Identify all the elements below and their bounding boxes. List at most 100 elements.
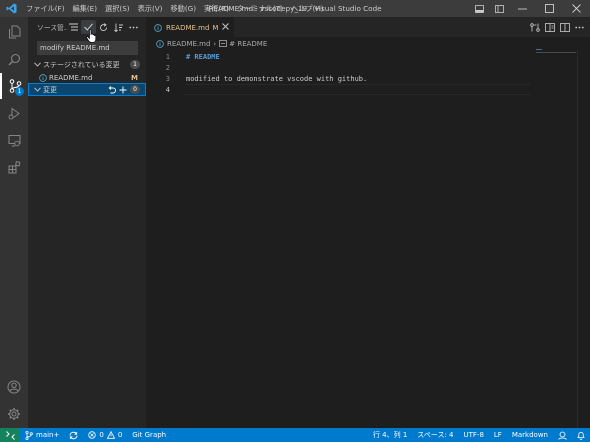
- menu-edit[interactable]: 編集(E): [69, 0, 102, 17]
- editor-tabs: README.md M: [146, 17, 590, 37]
- feedback-icon[interactable]: [553, 428, 572, 442]
- open-preview-icon[interactable]: [542, 17, 557, 37]
- menu-terminal[interactable]: ターミナル(T): [233, 0, 287, 17]
- info-file-icon: [156, 39, 164, 48]
- extensions-icon[interactable]: [0, 154, 28, 180]
- hand-pointer-cursor-icon: [86, 29, 98, 43]
- minimap-line: [536, 52, 576, 53]
- discard-all-icon[interactable]: [106, 84, 117, 95]
- changes-section[interactable]: 変更 0: [28, 83, 146, 96]
- menu-selection[interactable]: 選択(S): [101, 0, 134, 17]
- search-icon[interactable]: [0, 46, 28, 72]
- maximize-icon[interactable]: [536, 0, 563, 17]
- notifications-bell-icon[interactable]: [572, 428, 590, 442]
- tab-label: README.md: [166, 23, 210, 32]
- breadcrumb-file[interactable]: README.md: [167, 40, 210, 48]
- code-line-current: 4: [146, 84, 530, 95]
- chevron-down-icon: [31, 87, 43, 92]
- eol-status[interactable]: LF: [489, 428, 507, 442]
- line-number: 2: [165, 63, 170, 72]
- vertical-scrollbar[interactable]: [577, 50, 590, 428]
- layout-icon[interactable]: [489, 0, 509, 17]
- open-changes-icon[interactable]: [527, 17, 542, 37]
- indentation-status[interactable]: スペース: 4: [412, 428, 458, 442]
- symbol-string-icon: [219, 40, 228, 47]
- source-control-badge: 1: [15, 87, 24, 96]
- source-control-icon[interactable]: 1: [0, 73, 28, 99]
- more-actions-icon[interactable]: [126, 20, 141, 34]
- status-bar-right: 行 4、列 1 スペース: 4 UTF-8 LF Markdown: [368, 428, 590, 442]
- editor-actions: [527, 17, 587, 37]
- current-line-highlight: [185, 84, 530, 95]
- sync-status[interactable]: [64, 428, 83, 442]
- split-editor-icon[interactable]: [557, 17, 572, 37]
- cursor-position[interactable]: 行 4、列 1: [368, 428, 412, 442]
- menu-go[interactable]: 移動(G): [166, 0, 200, 17]
- account-icon[interactable]: [0, 374, 28, 400]
- more-actions-icon[interactable]: [572, 17, 587, 37]
- line-number: 4: [165, 85, 170, 94]
- breadcrumb-symbol[interactable]: # README: [229, 40, 267, 48]
- changes-label: 変更: [43, 85, 57, 94]
- info-file-icon: [39, 73, 49, 82]
- staged-count-badge: 1: [130, 60, 140, 69]
- toggle-panel-icon[interactable]: [469, 0, 489, 17]
- minimize-icon[interactable]: [509, 0, 536, 17]
- source-control-sidebar: ソース管... modify README.md ステージされている変更 1: [28, 17, 146, 428]
- code-line: 2: [146, 62, 526, 73]
- vscode-logo-icon: [0, 0, 22, 17]
- line-number: 3: [165, 74, 170, 83]
- error-icon: [88, 431, 97, 439]
- settings-gear-icon[interactable]: [0, 401, 28, 427]
- breadcrumb: README.md › # README: [146, 37, 590, 50]
- title-actions: [469, 0, 590, 17]
- sync-icon: [69, 431, 78, 439]
- menu-bar: ファイル(F) 編集(E) 選択(S) 表示(V) 移動(G) 実行(R) ター…: [22, 0, 328, 17]
- menu-file[interactable]: ファイル(F): [22, 0, 69, 17]
- git-graph-button[interactable]: Git Graph: [127, 428, 171, 442]
- commit-message-input[interactable]: modify README.md: [37, 41, 138, 55]
- close-window-icon[interactable]: [563, 0, 590, 17]
- line-number: 1: [165, 52, 170, 61]
- menu-run[interactable]: 実行(R): [200, 0, 233, 17]
- menu-help[interactable]: ヘルプ(H): [287, 0, 328, 17]
- sidebar-title: ソース管...: [37, 24, 67, 32]
- status-bar: main+ 0 0 Git Graph 行 4、列 1 スペース: 4 UTF-…: [0, 428, 590, 442]
- line-content: modified to demonstrate vscode with gith…: [186, 74, 368, 83]
- warning-count: 0: [117, 431, 123, 439]
- code-line: 1 # README: [146, 51, 526, 62]
- activity-bar: 1: [0, 17, 28, 428]
- encoding-status[interactable]: UTF-8: [459, 428, 489, 442]
- remote-indicator-icon[interactable]: [0, 428, 20, 442]
- tab-status: M: [212, 23, 219, 32]
- view-as-tree-icon[interactable]: [66, 20, 81, 34]
- title-bar: ファイル(F) 編集(E) 選択(S) 表示(V) 移動(G) 実行(R) ター…: [0, 0, 590, 17]
- problems-status[interactable]: 0 0: [83, 428, 127, 442]
- staged-changes-section[interactable]: ステージされている変更 1: [28, 58, 146, 71]
- remote-explorer-icon[interactable]: [0, 127, 28, 153]
- language-mode[interactable]: Markdown: [507, 428, 553, 442]
- warning-icon: [106, 431, 115, 439]
- stage-all-plus-icon[interactable]: [117, 84, 128, 95]
- branch-status[interactable]: main+: [20, 428, 64, 442]
- staged-changes-label: ステージされている変更: [43, 60, 120, 69]
- tab-readme[interactable]: README.md M: [146, 17, 235, 37]
- explorer-files-icon[interactable]: [0, 19, 28, 45]
- editor-area: README.md M README.md › # README 1 # REA…: [146, 17, 590, 428]
- code-editor[interactable]: 1 # README 2 3 modified to demonstrate v…: [146, 51, 530, 95]
- error-count: 0: [99, 431, 104, 439]
- staged-file-status: M: [131, 73, 138, 82]
- refresh-icon[interactable]: [96, 20, 111, 34]
- chevron-down-icon: [31, 62, 43, 67]
- sidebar-actions: [66, 17, 141, 37]
- line-content: # README: [186, 52, 220, 61]
- info-file-icon: [154, 23, 162, 32]
- run-debug-icon[interactable]: [0, 100, 28, 126]
- code-line: 3 modified to demonstrate vscode with gi…: [146, 73, 526, 84]
- minimap[interactable]: [536, 49, 576, 63]
- minimap-line: [536, 49, 542, 50]
- close-tab-icon[interactable]: [222, 23, 230, 32]
- menu-view[interactable]: 表示(V): [134, 0, 167, 17]
- staged-file-name: README.md: [49, 73, 93, 82]
- sort-branches-icon[interactable]: [111, 20, 126, 34]
